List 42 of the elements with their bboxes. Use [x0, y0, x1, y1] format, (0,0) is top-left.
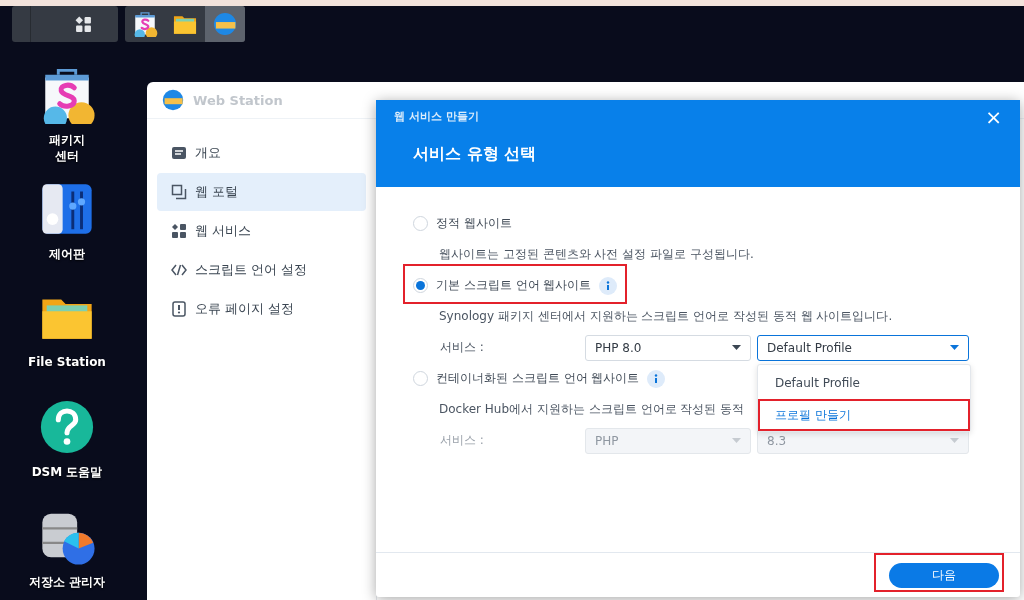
option-description: Synology 패키지 센터에서 지원하는 스크립트 언어로 작성된 동적 웹 사이트입니다. — [439, 308, 893, 325]
close-button[interactable]: × — [981, 106, 1006, 128]
caret-icon — [950, 438, 959, 443]
menu-item[interactable]: Default Profile — [758, 367, 970, 399]
option-label[interactable]: 컨테이너화된 스크립트 언어 웹사이트 — [436, 370, 640, 387]
window-icon — [171, 184, 187, 200]
sidebar-item[interactable]: 개요 — [157, 134, 366, 172]
help-icon — [38, 398, 96, 456]
grid-icon — [171, 223, 187, 239]
window-title: Web Station — [193, 92, 283, 108]
option-label[interactable]: 정적 웹사이트 — [436, 215, 512, 232]
dialog-title: 웹 서비스 만들기 — [394, 109, 479, 124]
code-icon — [171, 262, 187, 278]
dialog-heading: 서비스 유형 선택 — [413, 144, 537, 165]
app-logo-icon — [161, 88, 185, 112]
field-label: 서비스 : — [440, 432, 485, 449]
dropdown-field[interactable]: PHP 8.0 — [585, 334, 751, 361]
info-icon[interactable] — [647, 369, 666, 388]
desktop-icon-label[interactable]: DSM 도움말 — [31, 464, 103, 480]
caret-icon — [732, 438, 741, 443]
option-description: Docker Hub에서 지원하는 스크립트 언어로 작성된 동적 — [439, 401, 745, 418]
package-bag-icon — [132, 11, 158, 37]
document-icon — [171, 145, 187, 161]
info-icon[interactable] — [599, 276, 618, 295]
sidebar-item[interactable]: 스크립트 언어 설정 — [157, 251, 366, 289]
warning-document-icon — [171, 301, 187, 317]
sidebar-item[interactable]: 웹 서비스 — [157, 212, 366, 250]
option-description: 웹사이트는 고정된 콘텐츠와 사전 설정 파일로 구성됩니다. — [439, 246, 754, 263]
globe-www-icon — [212, 11, 238, 37]
desktop-icon-label[interactable]: 제어판 — [49, 246, 85, 262]
dropdown-field[interactable]: Default Profile — [757, 334, 969, 361]
desktop-icon-label[interactable]: File Station — [28, 354, 106, 370]
option-label[interactable]: 기본 스크립트 언어 웹사이트 — [436, 277, 592, 294]
field-label: 서비스 : — [440, 339, 485, 356]
desktop-icon-label[interactable]: 패키지 센터 — [49, 132, 85, 164]
desktop-icon-label[interactable]: 저장소 관리자 — [28, 574, 106, 590]
sidebar-item[interactable]: 웹 포털 — [157, 173, 366, 211]
next-button[interactable]: 다음 — [889, 562, 999, 588]
sidebar-item[interactable]: 오류 페이지 설정 — [157, 290, 366, 328]
grid-icon — [75, 15, 92, 33]
caret-icon — [950, 345, 959, 350]
caret-icon — [732, 345, 741, 350]
